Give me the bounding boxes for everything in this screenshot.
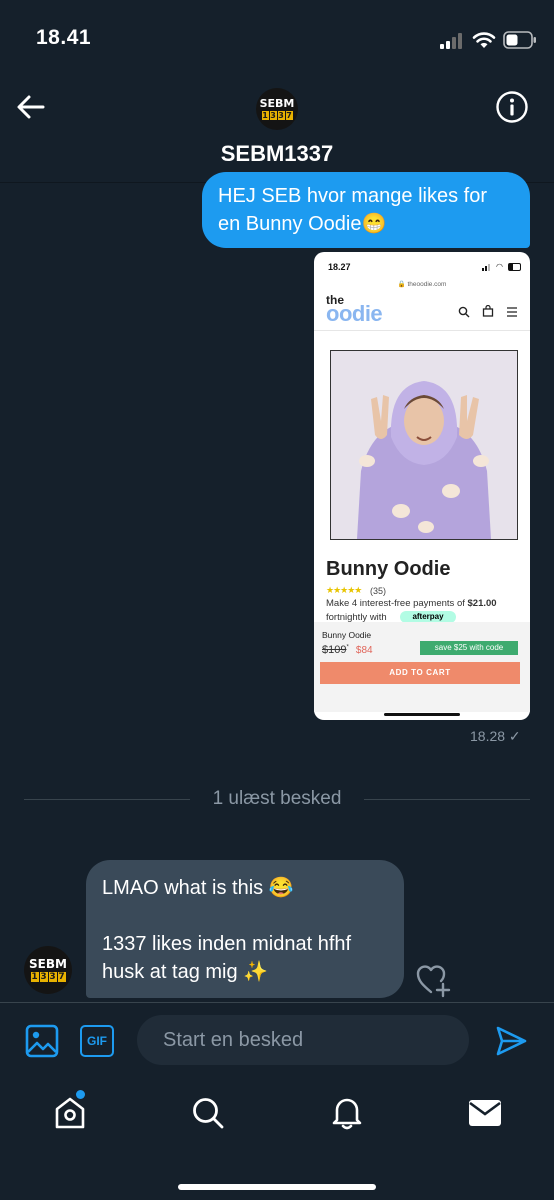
image-url-text: theoodie.com xyxy=(407,281,447,288)
incoming-line-1: LMAO what is this 😂 xyxy=(102,877,294,899)
send-icon[interactable] xyxy=(494,1024,528,1058)
home-icon[interactable] xyxy=(52,1094,88,1130)
outgoing-message-bubble[interactable]: HEJ SEB hvor mange likes for en Bunny Oo… xyxy=(202,172,530,248)
search-icon[interactable] xyxy=(191,1096,225,1130)
bar-prices: $109* $84 xyxy=(322,644,373,656)
avatar-digit: 3 xyxy=(277,110,285,120)
old-price-mark: * xyxy=(346,644,349,651)
avatar-digit: 3 xyxy=(269,110,277,120)
image-search-icon xyxy=(458,306,470,318)
old-price: $109 xyxy=(322,644,347,656)
product-photo xyxy=(330,350,518,540)
oodie-logo: oodie xyxy=(326,301,383,326)
incoming-line-3: husk at tag mig ✨ xyxy=(102,961,269,983)
review-count: (35) xyxy=(370,586,387,596)
image-bag-icon xyxy=(482,305,494,317)
rating-stars: ★★★★★ xyxy=(326,585,362,595)
notifications-bell-icon[interactable] xyxy=(330,1094,364,1130)
outgoing-message-text: HEJ SEB hvor mange likes for en Bunny Oo… xyxy=(218,185,487,235)
message-input[interactable] xyxy=(137,1015,469,1065)
incoming-message-bubble[interactable]: LMAO what is this 😂 1337 likes inden mid… xyxy=(86,860,404,998)
image-icon[interactable] xyxy=(25,1024,59,1058)
wifi-icon xyxy=(472,32,496,48)
avatar-digit: 3 xyxy=(39,971,48,982)
avatar-text-top: SEBM xyxy=(259,97,295,110)
bar-product-name: Bunny Oodie xyxy=(322,630,372,640)
payment-text: Make 4 interest-free payments of xyxy=(326,598,468,609)
messages-envelope-icon[interactable] xyxy=(468,1099,502,1127)
incoming-line-2: 1337 likes inden midnat hfhf xyxy=(102,933,352,955)
avatar-digits: 1 3 3 7 xyxy=(30,971,66,982)
info-icon[interactable] xyxy=(495,90,529,124)
avatar-digits: 1 3 3 7 xyxy=(261,110,293,120)
chat-title: SEBM1337 xyxy=(220,141,334,166)
avatar-digit: 3 xyxy=(48,971,57,982)
payment-amount: $21.00 xyxy=(467,598,497,609)
gif-label: GIF xyxy=(87,1034,107,1048)
new-price: $84 xyxy=(355,645,373,656)
product-photo-illustration xyxy=(331,351,517,539)
image-status-icons: ◠ xyxy=(482,263,522,271)
sent-timestamp: 18.28 ✓ xyxy=(470,728,521,744)
incoming-blank-line xyxy=(102,902,388,930)
avatar-digit: 7 xyxy=(57,971,66,982)
battery-icon xyxy=(503,31,536,49)
image-nav-divider xyxy=(314,330,530,331)
shared-screenshot-image[interactable]: 18.27 ◠ 🔒 theoodie.com the oodie Bunny O xyxy=(314,252,530,720)
product-title: Bunny Oodie xyxy=(326,558,451,580)
signal-icon xyxy=(440,32,466,49)
avatar-text-top: SEBM xyxy=(29,957,67,971)
add-reaction-heart-icon[interactable] xyxy=(414,962,454,998)
gif-button[interactable]: GIF xyxy=(80,1025,114,1057)
avatar-digit: 1 xyxy=(30,971,39,982)
notification-dot xyxy=(76,1090,85,1099)
sender-avatar[interactable]: SEBM 1 3 3 7 xyxy=(24,946,72,994)
avatar-digit: 1 xyxy=(261,110,269,120)
image-home-indicator xyxy=(384,713,460,716)
home-indicator xyxy=(178,1184,376,1190)
avatar-digit: 7 xyxy=(285,110,293,120)
status-time: 18.41 xyxy=(36,26,92,49)
add-to-cart-button: ADD TO CART xyxy=(320,662,520,684)
header-avatar[interactable]: SEBM 1 3 3 7 xyxy=(256,88,298,130)
payment-line: Make 4 interest-free payments of $21.00 xyxy=(326,598,497,609)
save-badge: save $25 with code xyxy=(420,641,518,655)
back-arrow-icon[interactable] xyxy=(16,94,46,120)
unread-divider-right xyxy=(364,799,530,800)
image-menu-icon xyxy=(507,307,517,317)
image-phone-time: 18.27 xyxy=(328,262,351,272)
image-url: 🔒 theoodie.com xyxy=(397,281,447,288)
